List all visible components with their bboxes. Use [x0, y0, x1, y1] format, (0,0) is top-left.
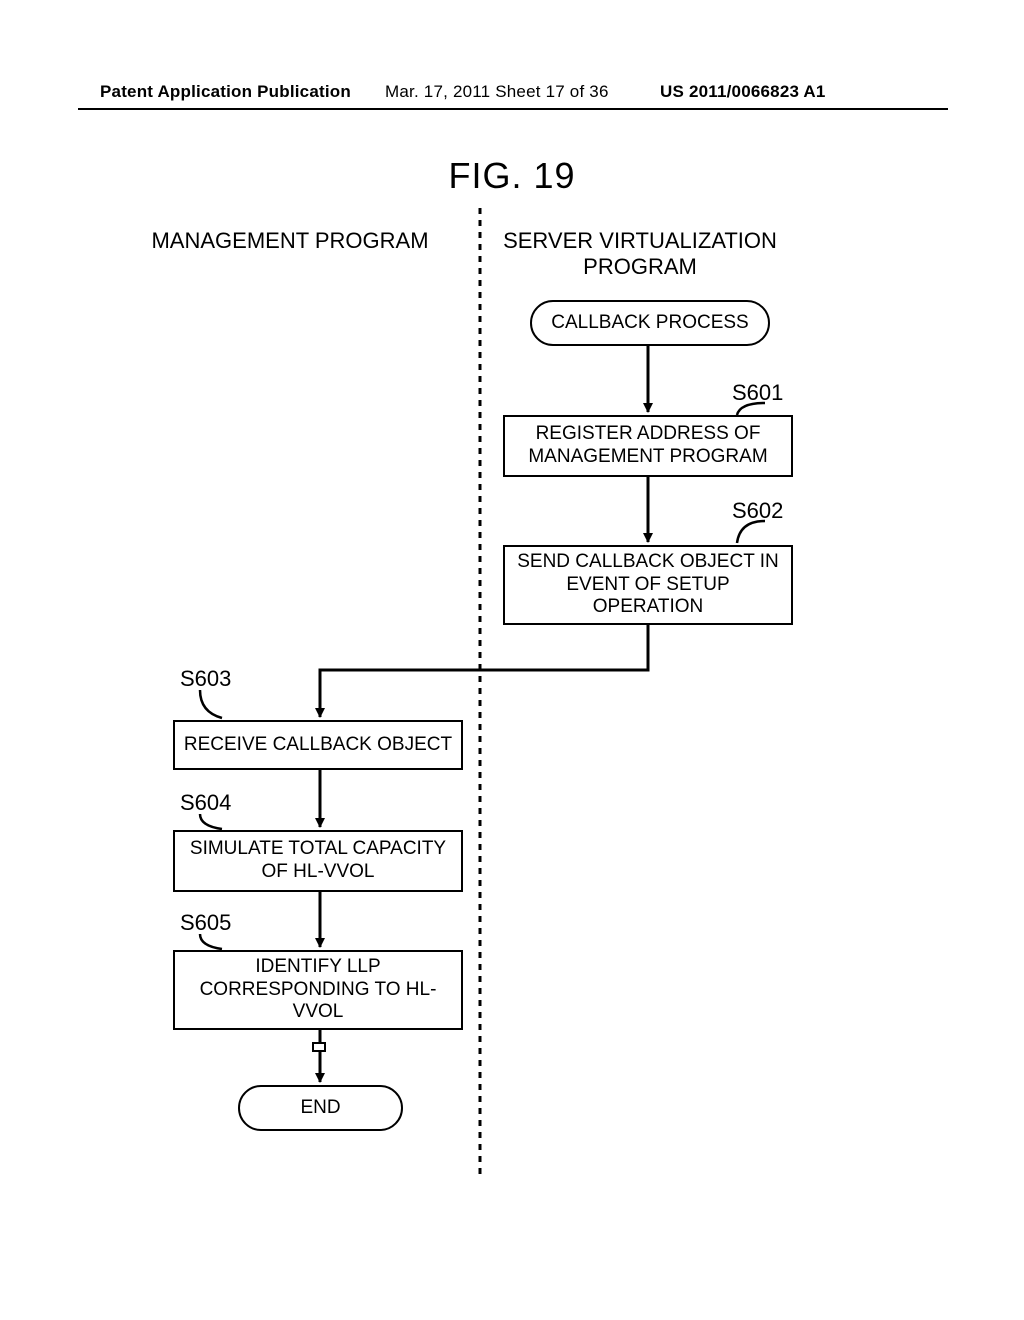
label-s604: S604: [180, 790, 231, 816]
label-s602: S602: [732, 498, 783, 524]
node-s601: REGISTER ADDRESS OF MANAGEMENT PROGRAM: [503, 415, 793, 477]
label-s601: S601: [732, 380, 783, 406]
label-s605: S605: [180, 910, 231, 936]
column-label-management: MANAGEMENT PROGRAM: [130, 228, 450, 254]
header-rule: [78, 108, 948, 110]
header-left: Patent Application Publication: [100, 82, 351, 102]
node-s604: SIMULATE TOTAL CAPACITY OF HL-VVOL: [173, 830, 463, 892]
header-mid: Mar. 17, 2011 Sheet 17 of 36: [385, 82, 609, 102]
node-s603: RECEIVE CALLBACK OBJECT: [173, 720, 463, 770]
flowchart-connectors: [0, 0, 1024, 1320]
node-callback-process: CALLBACK PROCESS: [530, 300, 770, 346]
column-label-server-virt: SERVER VIRTUALIZATION PROGRAM: [480, 228, 800, 281]
figure-title: FIG. 19: [0, 155, 1024, 197]
node-end: END: [238, 1085, 403, 1131]
header-right: US 2011/0066823 A1: [660, 82, 826, 102]
node-s605: IDENTIFY LLP CORRESPONDING TO HL-VVOL: [173, 950, 463, 1030]
node-s602: SEND CALLBACK OBJECT IN EVENT OF SETUP O…: [503, 545, 793, 625]
label-s603: S603: [180, 666, 231, 692]
